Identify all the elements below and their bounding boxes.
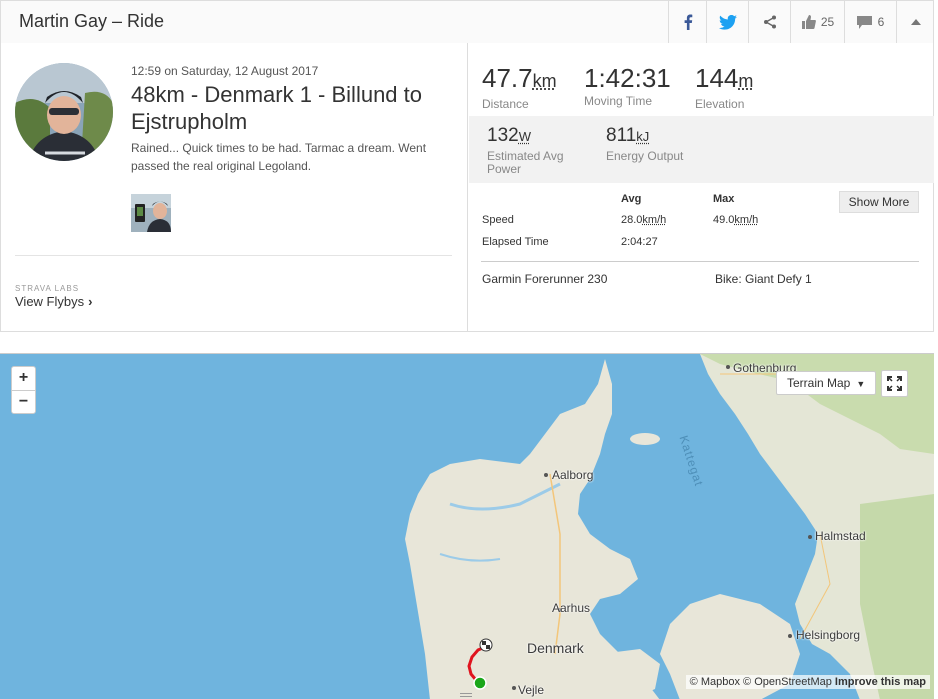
- map-label-vejle: Vejle: [518, 683, 545, 697]
- map-label-helsingborg: Helsingborg: [796, 628, 861, 642]
- activity-title: 48km - Denmark 1 - Billund to Ejstruphol…: [131, 82, 422, 134]
- activity-details: 12:59 on Saturday, 12 August 2017 48km -…: [1, 43, 468, 331]
- avg-power-label: Estimated Avg Power: [487, 149, 564, 176]
- map-attribution: © Mapbox © OpenStreetMap Improve this ma…: [685, 675, 930, 689]
- stat-avg-power: 132W Estimated Avg Power: [487, 125, 564, 176]
- distance-value: 47.7: [482, 63, 533, 93]
- avg-power-value: 132: [487, 125, 519, 146]
- comment-count: 6: [877, 15, 885, 29]
- chevron-right-icon: ›: [88, 294, 93, 309]
- avatar[interactable]: [15, 63, 113, 161]
- share-icon: [763, 15, 776, 29]
- page-title: Martin Gay – Ride: [19, 11, 165, 31]
- route-overlay: [467, 365, 812, 690]
- view-flybys-label: View Flybys: [15, 294, 85, 309]
- finish-flag-icon: [479, 638, 493, 652]
- stat-distance: 47.7km Distance: [482, 64, 557, 111]
- column-header-max: Max: [713, 193, 735, 205]
- comments-button[interactable]: 6: [844, 1, 896, 43]
- start-marker-icon: [473, 676, 487, 690]
- speed-avg: 28.0km/h: [621, 214, 667, 226]
- activity-stats: 47.7km Distance 1:42:31 Moving Time 144m…: [469, 43, 934, 331]
- distance-unit: km: [532, 71, 557, 91]
- osm-attribution-link[interactable]: © OpenStreetMap: [743, 676, 832, 688]
- activity-datetime: 12:59 on Saturday, 12 August 2017: [131, 64, 319, 78]
- view-flybys-link[interactable]: View Flybys ›: [15, 294, 92, 309]
- map-label-halmstad: Halmstad: [815, 529, 866, 543]
- activity-header: Martin Gay – Ride 25 6: [0, 0, 934, 44]
- activity-summary-card: 12:59 on Saturday, 12 August 2017 48km -…: [0, 43, 934, 332]
- stat-elevation: 144m Elevation: [695, 64, 753, 111]
- speed-max: 49.0km/h: [713, 214, 759, 226]
- moving-time-label: Moving Time: [584, 94, 653, 108]
- activity-description: Rained... Quick times to be had. Tarmac …: [131, 141, 427, 173]
- mapbox-attribution-link[interactable]: © Mapbox: [690, 676, 740, 688]
- facebook-icon: [684, 14, 692, 30]
- share-button[interactable]: [748, 1, 790, 43]
- divider: [15, 255, 452, 256]
- twitter-share-button[interactable]: [706, 1, 748, 43]
- elevation-value: 144: [695, 63, 739, 93]
- map-label-aarhus: Aarhus: [552, 601, 591, 615]
- stat-energy: 811kJ Energy Output: [606, 125, 683, 163]
- elevation-unit: m: [738, 71, 754, 91]
- device-name: Garmin Forerunner 230: [482, 272, 608, 286]
- elevation-label: Elevation: [695, 97, 745, 111]
- column-header-avg: Avg: [621, 193, 642, 205]
- kudos-button[interactable]: 25: [790, 1, 844, 43]
- comment-icon: [856, 15, 872, 29]
- chevron-up-icon: [910, 19, 921, 25]
- bike-name: Bike: Giant Defy 1: [715, 272, 812, 286]
- divider: [481, 261, 919, 262]
- caret-down-icon: ▼: [856, 379, 866, 389]
- energy-value: 811: [606, 125, 637, 146]
- map-label-aalborg: Aalborg: [552, 468, 594, 482]
- map-label-denmark: Denmark: [527, 640, 584, 656]
- show-more-button[interactable]: Show More: [839, 191, 919, 213]
- facebook-share-button[interactable]: [668, 1, 706, 43]
- row-label-speed: Speed: [482, 214, 514, 226]
- moving-time-value: 1:42:31: [584, 63, 671, 93]
- strava-labs-label: STRAVA LABS: [15, 284, 80, 293]
- avg-power-unit: W: [518, 129, 531, 144]
- secondary-stats-band: 132W Estimated Avg Power 811kJ Energy Out…: [469, 116, 934, 183]
- activity-photo-thumbnail[interactable]: [131, 194, 171, 232]
- energy-unit: kJ: [636, 129, 650, 144]
- route-map[interactable]: Gothenburg Aalborg Kattegat Halmstad Aar…: [0, 353, 934, 699]
- collapse-button[interactable]: [896, 1, 934, 43]
- map-style-dropdown[interactable]: Terrain Map ▼: [776, 371, 876, 395]
- improve-map-link[interactable]: Improve this map: [835, 676, 926, 688]
- thumbs-up-icon: [801, 15, 816, 29]
- row-label-elapsed-time: Elapsed Time: [482, 236, 549, 248]
- fullscreen-icon: [887, 376, 902, 391]
- elapsed-time-value: 2:04:27: [621, 236, 658, 248]
- zoom-in-button[interactable]: +: [12, 367, 35, 390]
- energy-label: Energy Output: [606, 149, 684, 163]
- distance-label: Distance: [482, 97, 529, 111]
- fullscreen-button[interactable]: [881, 370, 908, 397]
- stat-moving-time: 1:42:31 Moving Time: [584, 64, 671, 108]
- kudos-count: 25: [820, 15, 835, 29]
- zoom-out-button[interactable]: −: [12, 390, 35, 413]
- map-resize-handle[interactable]: [460, 693, 472, 697]
- twitter-icon: [718, 14, 737, 30]
- map-style-label: Terrain Map: [787, 376, 851, 390]
- zoom-control: + −: [11, 366, 36, 414]
